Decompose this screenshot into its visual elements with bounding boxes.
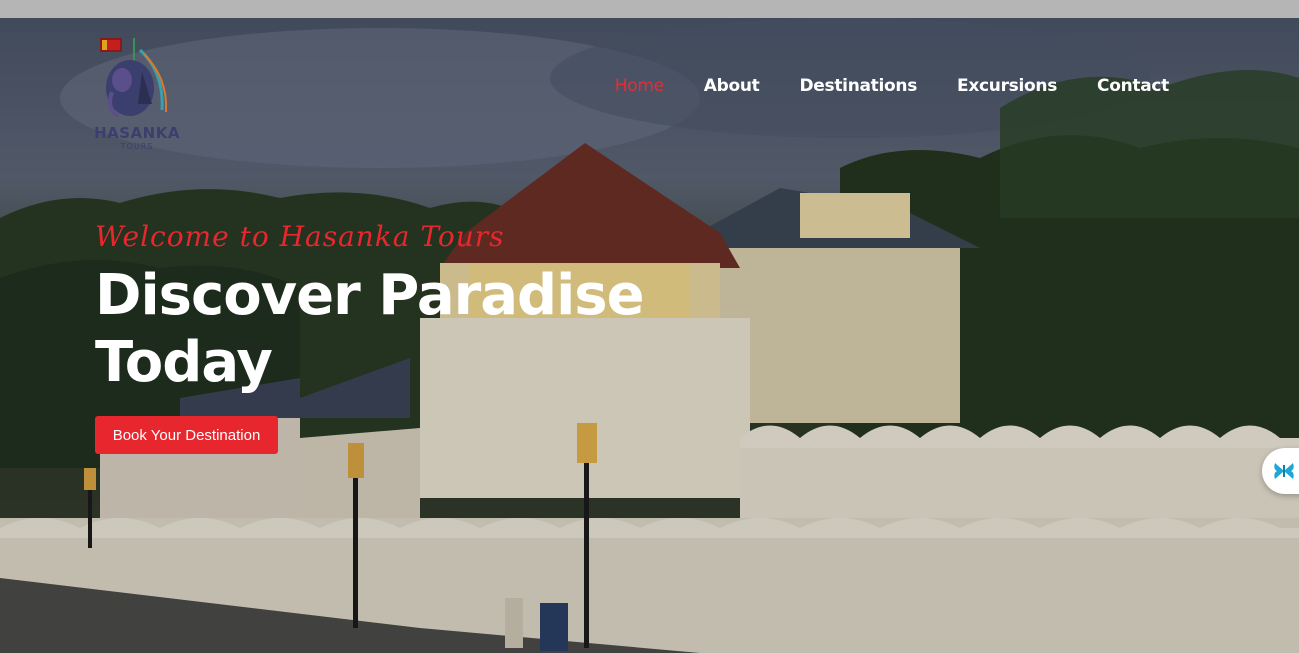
nav-destinations[interactable]: Destinations: [779, 76, 937, 96]
nav-about[interactable]: About: [684, 76, 780, 96]
welcome-tagline: Welcome to Hasanka Tours: [95, 220, 505, 253]
hero-headline-line-2: Today: [95, 330, 273, 395]
logo-subtitle: TOURS: [120, 142, 154, 151]
logo-emblem-icon: [100, 38, 168, 118]
book-destination-button[interactable]: Book Your Destination: [95, 416, 278, 454]
nav-contact[interactable]: Contact: [1077, 76, 1189, 96]
hero-section: HASANKA TOURS Home About Destinations Ex…: [0, 18, 1299, 653]
main-navigation: Home About Destinations Excursions Conta…: [595, 76, 1189, 96]
hero-headline-line-1: Discover Paradise: [95, 263, 645, 328]
nav-home[interactable]: Home: [595, 76, 684, 96]
hero-headline: Discover Paradise Today: [95, 262, 655, 396]
butterfly-icon: [1274, 463, 1294, 479]
browser-top-strip: [0, 0, 1299, 18]
logo-name: HASANKA: [94, 124, 180, 142]
site-logo[interactable]: HASANKA TOURS: [92, 32, 182, 158]
nav-excursions[interactable]: Excursions: [937, 76, 1077, 96]
